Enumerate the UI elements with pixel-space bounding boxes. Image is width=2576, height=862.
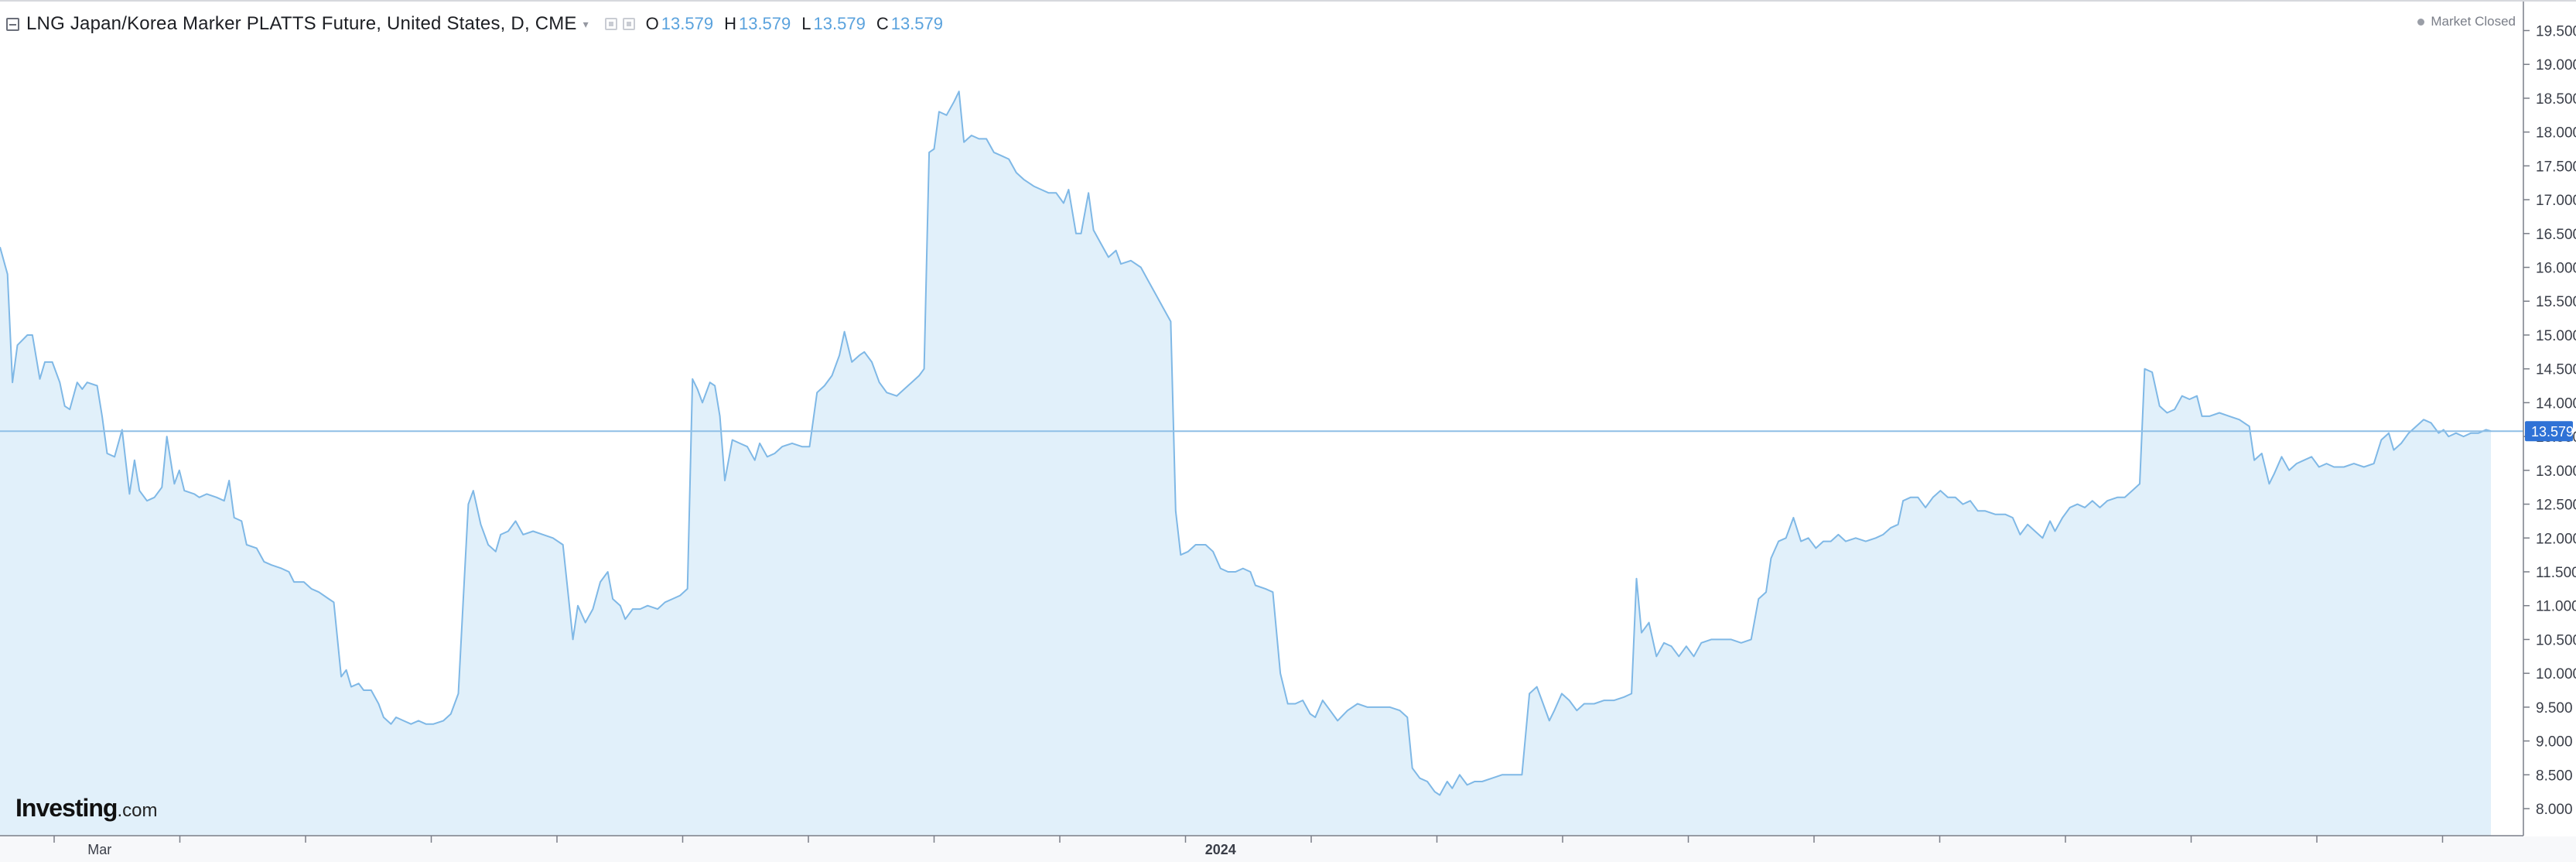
y-tick-label: 12.500 bbox=[2536, 498, 2576, 514]
y-tick-label: 17.500 bbox=[2536, 159, 2576, 175]
y-tick-label: 17.000 bbox=[2536, 193, 2576, 209]
y-tick-label: 14.000 bbox=[2536, 395, 2576, 412]
y-tick-label: 14.500 bbox=[2536, 362, 2576, 378]
y-tick-label: 8.500 bbox=[2536, 768, 2573, 784]
y-tick-label: 9.500 bbox=[2536, 700, 2573, 717]
y-tick-label: 12.000 bbox=[2536, 531, 2576, 547]
y-tick-label: 11.000 bbox=[2536, 599, 2576, 615]
investing-logo: Investing.com bbox=[15, 794, 157, 823]
y-tick-label: 13.000 bbox=[2536, 463, 2576, 480]
y-tick-label: 16.000 bbox=[2536, 261, 2576, 277]
y-tick-label: 10.000 bbox=[2536, 666, 2576, 682]
logo-brand: Investing bbox=[15, 794, 118, 822]
x-tick-label: 2024 bbox=[1205, 842, 1236, 857]
x-axis-strip bbox=[0, 836, 2576, 862]
price-area-fill bbox=[0, 91, 2491, 836]
y-tick-label: 16.500 bbox=[2536, 227, 2576, 243]
logo-suffix: .com bbox=[117, 800, 158, 821]
y-tick-label: 19.500 bbox=[2536, 23, 2576, 39]
x-tick-label: Mar bbox=[87, 842, 111, 857]
price-chart[interactable]: 8.000 8.500 9.000 9.500 10.000 10.500 11.000 11… bbox=[0, 0, 2576, 862]
y-tick-label: 15.000 bbox=[2536, 328, 2576, 344]
last-price-label: 13.579 bbox=[2531, 424, 2574, 440]
y-tick-label: 19.000 bbox=[2536, 57, 2576, 74]
y-tick-label: 9.000 bbox=[2536, 734, 2573, 751]
y-tick-label: 11.500 bbox=[2536, 565, 2576, 581]
y-tick-label: 10.500 bbox=[2536, 632, 2576, 648]
y-tick-label: 15.500 bbox=[2536, 294, 2576, 310]
y-tick-label: 18.500 bbox=[2536, 91, 2576, 108]
y-tick-label: 18.000 bbox=[2536, 125, 2576, 142]
y-tick-label: 8.000 bbox=[2536, 802, 2573, 818]
